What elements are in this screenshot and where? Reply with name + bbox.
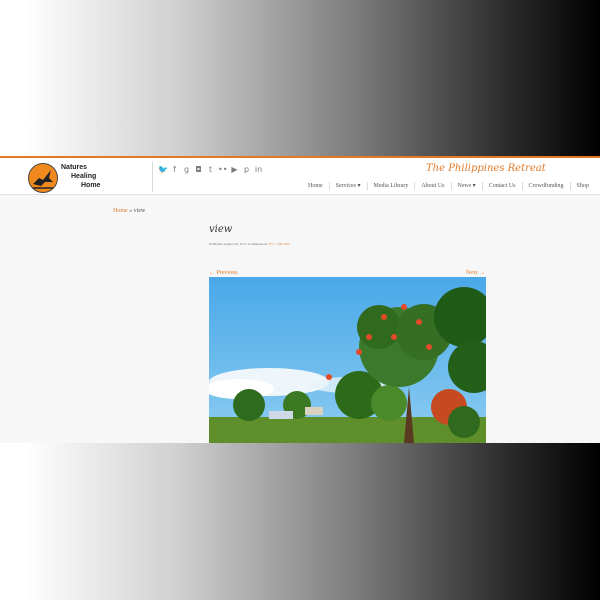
main-nav: Home Services ▾ Media Library About Us N…	[302, 182, 595, 190]
site-logo-icon[interactable]	[28, 163, 58, 193]
nav-item-about-us[interactable]: About Us	[414, 182, 450, 190]
linkedin-icon[interactable]: in	[254, 165, 263, 174]
previous-link[interactable]: ← Previous	[209, 270, 238, 276]
next-link[interactable]: Next →	[466, 270, 485, 276]
published-text: Published August 20, 2017 in dimensions	[209, 242, 269, 246]
flickr-icon[interactable]: ••	[218, 165, 227, 174]
nav-item-crowdfunding[interactable]: Crowdfunding	[521, 182, 570, 190]
nav-item-media-library[interactable]: Media Library	[366, 182, 415, 190]
nav-item-services[interactable]: Services ▾	[328, 182, 367, 190]
bottom-gradient-band	[0, 443, 600, 600]
logo-line-2: Healing	[71, 173, 97, 180]
site-tagline: The Philippines Retreat	[426, 163, 546, 174]
published-info: Published August 20, 2017 in dimensions …	[209, 242, 290, 246]
twitter-icon[interactable]: 🐦	[158, 165, 168, 174]
logo-line-3: Home	[81, 182, 101, 189]
youtube-icon[interactable]: ▶	[230, 165, 239, 174]
nav-item-news[interactable]: News ▾	[450, 182, 482, 190]
site-logo-text[interactable]: Natures Healing Home	[61, 163, 100, 190]
social-icons: 🐦 f g ◘ t •• ▶ p in	[158, 165, 263, 174]
nav-item-home[interactable]: Home	[302, 182, 329, 190]
nav-item-shop[interactable]: Shop	[569, 182, 595, 190]
tumblr-icon[interactable]: t	[206, 165, 215, 174]
attachment-image[interactable]	[209, 277, 486, 443]
page-title: view	[209, 224, 233, 235]
dimensions-link[interactable]: 277 × 166 view	[268, 242, 290, 246]
pinterest-icon[interactable]: p	[242, 165, 251, 174]
google-plus-icon[interactable]: g	[182, 165, 191, 174]
nav-item-contact-us[interactable]: Contact Us	[481, 182, 522, 190]
breadcrumb-home-link[interactable]: Home	[113, 208, 128, 214]
logo-line-1: Natures	[61, 164, 88, 171]
top-gradient-band	[0, 0, 600, 156]
site-header: Natures Healing Home 🐦 f g ◘ t •• ▶ p in…	[0, 158, 600, 195]
breadcrumb: Home » view	[113, 208, 145, 214]
breadcrumb-current: view	[133, 208, 146, 214]
instagram-icon[interactable]: ◘	[194, 165, 203, 174]
header-divider	[152, 162, 153, 192]
facebook-icon[interactable]: f	[170, 165, 179, 174]
